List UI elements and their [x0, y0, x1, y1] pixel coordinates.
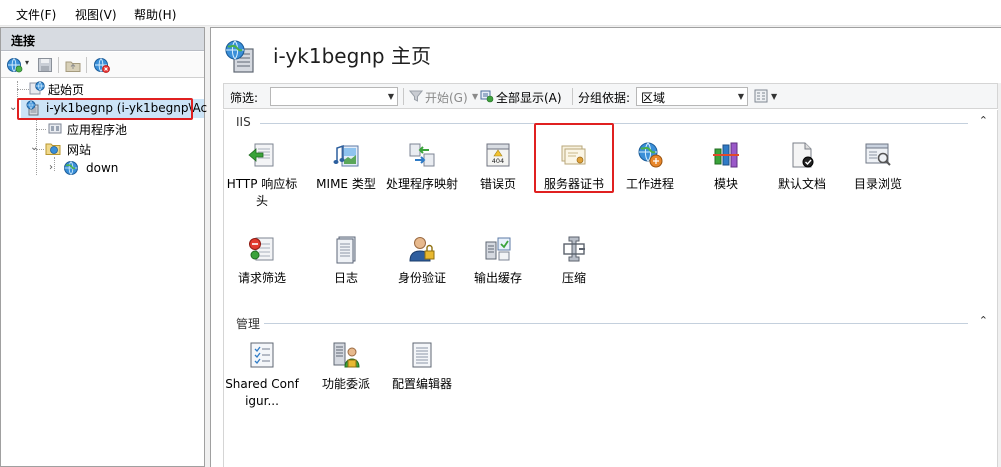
directory-browsing-icon [865, 143, 891, 166]
modules-icon [713, 142, 739, 168]
site-down-label: down [86, 161, 119, 175]
disconnect-icon[interactable] [93, 56, 111, 74]
authentication-user-icon [409, 237, 435, 262]
iis-manager-window: 文件(F) 视图(V) 帮助(H) 连接 ▾ 起始页 ⌄ i-yk1begnp … [0, 0, 1001, 467]
server-highlight-box [17, 98, 193, 120]
menu-file[interactable]: 文件(F) [16, 6, 56, 23]
server-certificates-highlight-box [534, 123, 614, 193]
go-button[interactable]: 开始(G) [425, 89, 468, 106]
connections-tree: 起始页 ⌄ i-yk1begnp (i-yk1begnp\Ac 应用程序池 ⌄ … [1, 79, 207, 467]
sites-label: 网站 [67, 143, 92, 157]
connections-pane: 连接 ▾ 起始页 ⌄ i-yk1begnp (i-yk1begnp\Ac 应用程… [0, 27, 207, 467]
group-by-value: 区域 [641, 91, 666, 105]
collapse-chevron-icon[interactable]: ⌃ [979, 114, 988, 127]
logging-icon [336, 236, 356, 264]
tree-item-sites[interactable]: ⌄ 网站 [1, 139, 204, 159]
save-icon [38, 58, 52, 72]
collapse-chevron-icon[interactable]: ⌃ [979, 314, 988, 327]
tree-item-site-down[interactable]: › down [1, 159, 204, 179]
feature-output-caching[interactable]: 输出缓存 [460, 234, 536, 309]
feature-delegation[interactable]: 功能委派 [308, 340, 384, 415]
mime-types-icon [333, 144, 359, 167]
start-page-label: 起始页 [48, 83, 85, 97]
expand-arrow-icon[interactable]: › [49, 163, 59, 173]
collapse-arrow-icon[interactable]: ⌄ [30, 143, 40, 153]
worker-processes-icon [638, 142, 663, 168]
connections-toolbar: ▾ [1, 52, 204, 78]
feature-authentication[interactable]: 身份验证 [384, 234, 460, 309]
start-page-icon [29, 81, 45, 95]
menu-bar: 文件(F) 视图(V) 帮助(H) [0, 0, 1001, 26]
group-name-management: 管理 [236, 317, 261, 331]
filter-funnel-icon [409, 90, 423, 102]
feature-request-filtering[interactable]: 请求筛选 [224, 234, 300, 309]
features-view: IIS ⌃ HTTP 响应标头 MIME 类型 处理程序映射 404 错误页 服… [223, 110, 998, 467]
connections-header: 连接 [1, 28, 204, 51]
tree-item-start-page[interactable]: 起始页 [1, 79, 204, 99]
compression-clamp-icon [563, 236, 585, 262]
group-by-select[interactable]: 区域 ▼ [636, 87, 748, 106]
home-pane: i-yk1begnp 主页 筛选: ▼ 开始(G) ▼ 全部显示(A) 分组依据… [210, 27, 1001, 467]
connect-dropdown-icon[interactable]: ▾ [25, 58, 29, 67]
server-home-icon [225, 40, 254, 73]
group-name-iis: IIS [236, 115, 251, 129]
filter-label: 筛选: [230, 91, 259, 105]
handler-mappings-icon [409, 143, 435, 167]
output-caching-icon [485, 237, 511, 261]
feature-configuration-editor[interactable]: 配置编辑器 [384, 340, 460, 415]
go-dropdown-icon[interactable]: ▼ [472, 92, 478, 101]
filter-bar: 筛选: ▼ 开始(G) ▼ 全部显示(A) 分组依据: 区域 ▼ ▼ [223, 83, 998, 109]
request-filtering-icon [249, 237, 274, 261]
menu-view[interactable]: 视图(V) [75, 6, 117, 23]
feature-logging[interactable]: 日志 [308, 234, 384, 309]
feature-directory-browsing[interactable]: 目录浏览 [840, 140, 916, 215]
error-page-404-icon: 404 [486, 143, 510, 167]
feature-worker-processes[interactable]: 工作进程 [612, 140, 688, 215]
page-title: i-yk1begnp 主页 [273, 44, 431, 68]
feature-mime-types[interactable]: MIME 类型 [308, 140, 384, 215]
feature-handler-mappings[interactable]: 处理程序映射 [384, 140, 460, 215]
svg-text:404: 404 [492, 157, 504, 165]
app-pools-icon [48, 123, 62, 134]
feature-delegation-icon [333, 342, 360, 368]
configuration-editor-icon [412, 342, 432, 368]
feature-error-pages[interactable]: 404 错误页 [460, 140, 536, 215]
tree-item-app-pools[interactable]: 应用程序池 [1, 119, 204, 139]
shared-configuration-icon [250, 342, 274, 368]
feature-default-document[interactable]: 默认文档 [764, 140, 840, 215]
view-mode-icon[interactable] [754, 89, 768, 103]
sites-folder-icon [45, 143, 61, 155]
feature-http-response-headers[interactable]: HTTP 响应标头 [224, 140, 300, 215]
feature-shared-configuration[interactable]: Shared Configur... [224, 340, 300, 415]
up-folder-icon [65, 61, 81, 72]
filter-input[interactable]: ▼ [270, 87, 398, 106]
feature-modules[interactable]: 模块 [688, 140, 764, 215]
menu-help[interactable]: 帮助(H) [134, 6, 176, 23]
group-by-label: 分组依据: [578, 91, 631, 105]
view-mode-dropdown-icon[interactable]: ▼ [771, 92, 777, 101]
filter-dropdown-icon[interactable]: ▼ [388, 92, 394, 101]
home-title-area: i-yk1begnp 主页 [211, 28, 1001, 83]
http-headers-icon [248, 143, 274, 167]
website-globe-icon [64, 161, 78, 175]
connections-title: 连接 [11, 34, 36, 48]
feature-compression[interactable]: 压缩 [536, 234, 612, 309]
app-pools-label: 应用程序池 [67, 123, 128, 137]
show-all-button[interactable]: 全部显示(A) [496, 89, 562, 106]
connect-globe-icon[interactable] [6, 56, 24, 74]
group-by-dropdown-icon[interactable]: ▼ [738, 92, 744, 101]
default-document-icon [792, 142, 814, 168]
show-all-icon [480, 90, 494, 103]
group-header-management[interactable]: 管理 ⌃ [224, 314, 994, 332]
